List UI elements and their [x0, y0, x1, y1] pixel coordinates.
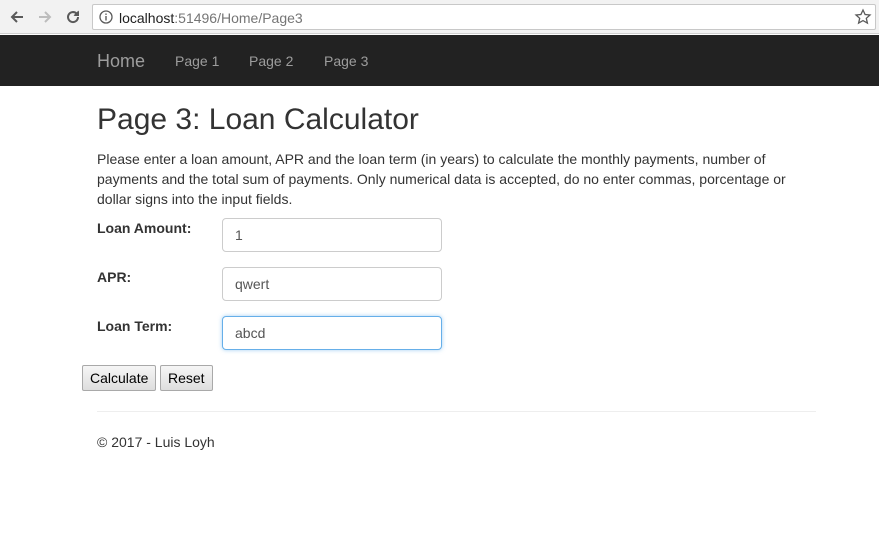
loan-term-label: Loan Term:: [97, 318, 173, 334]
url-host: localhost: [119, 10, 175, 26]
reset-button[interactable]: Reset: [160, 365, 213, 391]
url-text[interactable]: localhost:51496/Home/Page3: [119, 10, 303, 26]
browser-toolbar: localhost:51496/Home/Page3: [0, 0, 879, 34]
back-arrow-icon[interactable]: [5, 5, 29, 29]
calculate-button[interactable]: Calculate: [82, 365, 157, 391]
loan-amount-input[interactable]: [222, 218, 442, 252]
nav-link-page3[interactable]: Page 3: [324, 53, 368, 69]
url-path: :51496/Home/Page3: [174, 10, 303, 26]
intro-text: Please enter a loan amount, APR and the …: [97, 151, 786, 207]
forward-arrow-icon[interactable]: [33, 5, 57, 29]
bookmark-star-icon[interactable]: [854, 8, 872, 26]
top-navbar: Home Page 1 Page 2 Page 3: [0, 35, 879, 86]
nav-brand-home[interactable]: Home: [97, 51, 145, 71]
footer-copyright: © 2017 - Luis Loyh: [97, 434, 215, 450]
page-title: Page 3: Loan Calculator: [97, 103, 419, 136]
apr-label: APR:: [97, 269, 132, 285]
address-bar[interactable]: localhost:51496/Home/Page3: [92, 4, 876, 30]
nav-link-page2[interactable]: Page 2: [249, 53, 293, 69]
info-icon[interactable]: [99, 10, 113, 24]
loan-amount-label: Loan Amount:: [97, 220, 192, 236]
reload-icon[interactable]: [61, 5, 85, 29]
loan-term-input[interactable]: [222, 316, 442, 350]
nav-link-page1[interactable]: Page 1: [175, 53, 219, 69]
footer-divider: [97, 411, 816, 412]
apr-input[interactable]: [222, 267, 442, 301]
